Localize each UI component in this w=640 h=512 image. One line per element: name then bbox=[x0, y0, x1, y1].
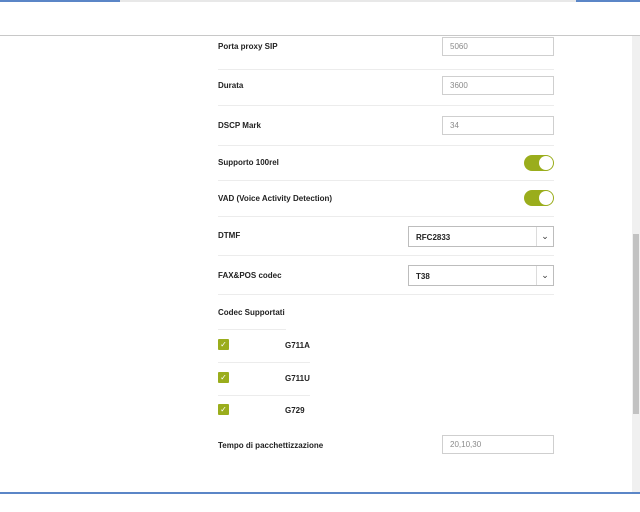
faxpos-label: FAX&POS codec bbox=[218, 271, 282, 280]
row-tempo: Tempo di pacchettizzazione 20,10,30 bbox=[218, 429, 554, 469]
toggle-knob bbox=[539, 156, 553, 170]
vad-label: VAD (Voice Activity Detection) bbox=[218, 194, 333, 203]
top-accent-right bbox=[576, 0, 640, 2]
g729-checkbox[interactable]: ✓ bbox=[218, 404, 229, 415]
tempo-label: Tempo di pacchettizzazione bbox=[218, 441, 324, 450]
faxpos-select[interactable]: T38 ⌄ bbox=[408, 265, 554, 286]
row-porta-proxy: Porta proxy SIP 5060 bbox=[218, 36, 554, 70]
chevron-down-icon[interactable]: ⌄ bbox=[536, 227, 553, 246]
durata-input[interactable]: 3600 bbox=[442, 76, 554, 95]
codec-name: G711A bbox=[285, 341, 310, 350]
codec-item-g711u: ✓ G711U bbox=[218, 363, 310, 396]
durata-label: Durata bbox=[218, 81, 244, 90]
scrollbar[interactable] bbox=[632, 36, 640, 492]
supporto-100rel-label: Supporto 100rel bbox=[218, 158, 279, 167]
dtmf-label: DTMF bbox=[218, 231, 241, 240]
supporto-100rel-toggle[interactable] bbox=[524, 155, 554, 171]
porta-proxy-input[interactable]: 5060 bbox=[442, 37, 554, 56]
row-vad: VAD (Voice Activity Detection) bbox=[218, 181, 554, 217]
scrollbar-thumb[interactable] bbox=[633, 234, 639, 414]
dscp-input[interactable]: 34 bbox=[442, 116, 554, 135]
chevron-down-icon[interactable]: ⌄ bbox=[536, 266, 553, 285]
row-durata: Durata 3600 bbox=[218, 70, 554, 106]
codec-title: Codec Supportati bbox=[218, 308, 285, 317]
g711u-checkbox[interactable]: ✓ bbox=[218, 372, 229, 383]
top-bar bbox=[0, 0, 640, 36]
top-accent-left bbox=[0, 0, 120, 2]
g711a-checkbox[interactable]: ✓ bbox=[218, 339, 229, 350]
codec-item-g711a: ✓ G711A bbox=[218, 330, 310, 363]
porta-proxy-label: Porta proxy SIP bbox=[218, 42, 278, 51]
codec-title-row: Codec Supportati bbox=[218, 295, 286, 330]
codec-name: G711U bbox=[285, 374, 310, 383]
dtmf-selected-value: RFC2833 bbox=[416, 233, 451, 242]
top-accent-line bbox=[0, 0, 640, 2]
row-supporto-100rel: Supporto 100rel bbox=[218, 146, 554, 181]
row-dtmf: DTMF RFC2833 ⌄ bbox=[218, 217, 554, 256]
codec-name: G729 bbox=[285, 406, 305, 415]
codec-item-g729: ✓ G729 bbox=[218, 396, 310, 429]
row-faxpos: FAX&POS codec T38 ⌄ bbox=[218, 256, 554, 295]
settings-panel: Porta proxy SIP 5060 Durata 3600 DSCP Ma… bbox=[0, 36, 632, 492]
tempo-input[interactable]: 20,10,30 bbox=[442, 435, 554, 454]
dscp-label: DSCP Mark bbox=[218, 121, 261, 130]
row-dscp: DSCP Mark 34 bbox=[218, 106, 554, 146]
toggle-knob bbox=[539, 191, 553, 205]
faxpos-selected-value: T38 bbox=[416, 272, 430, 281]
vad-toggle[interactable] bbox=[524, 190, 554, 206]
dtmf-select[interactable]: RFC2833 ⌄ bbox=[408, 226, 554, 247]
bottom-bar bbox=[0, 492, 640, 512]
